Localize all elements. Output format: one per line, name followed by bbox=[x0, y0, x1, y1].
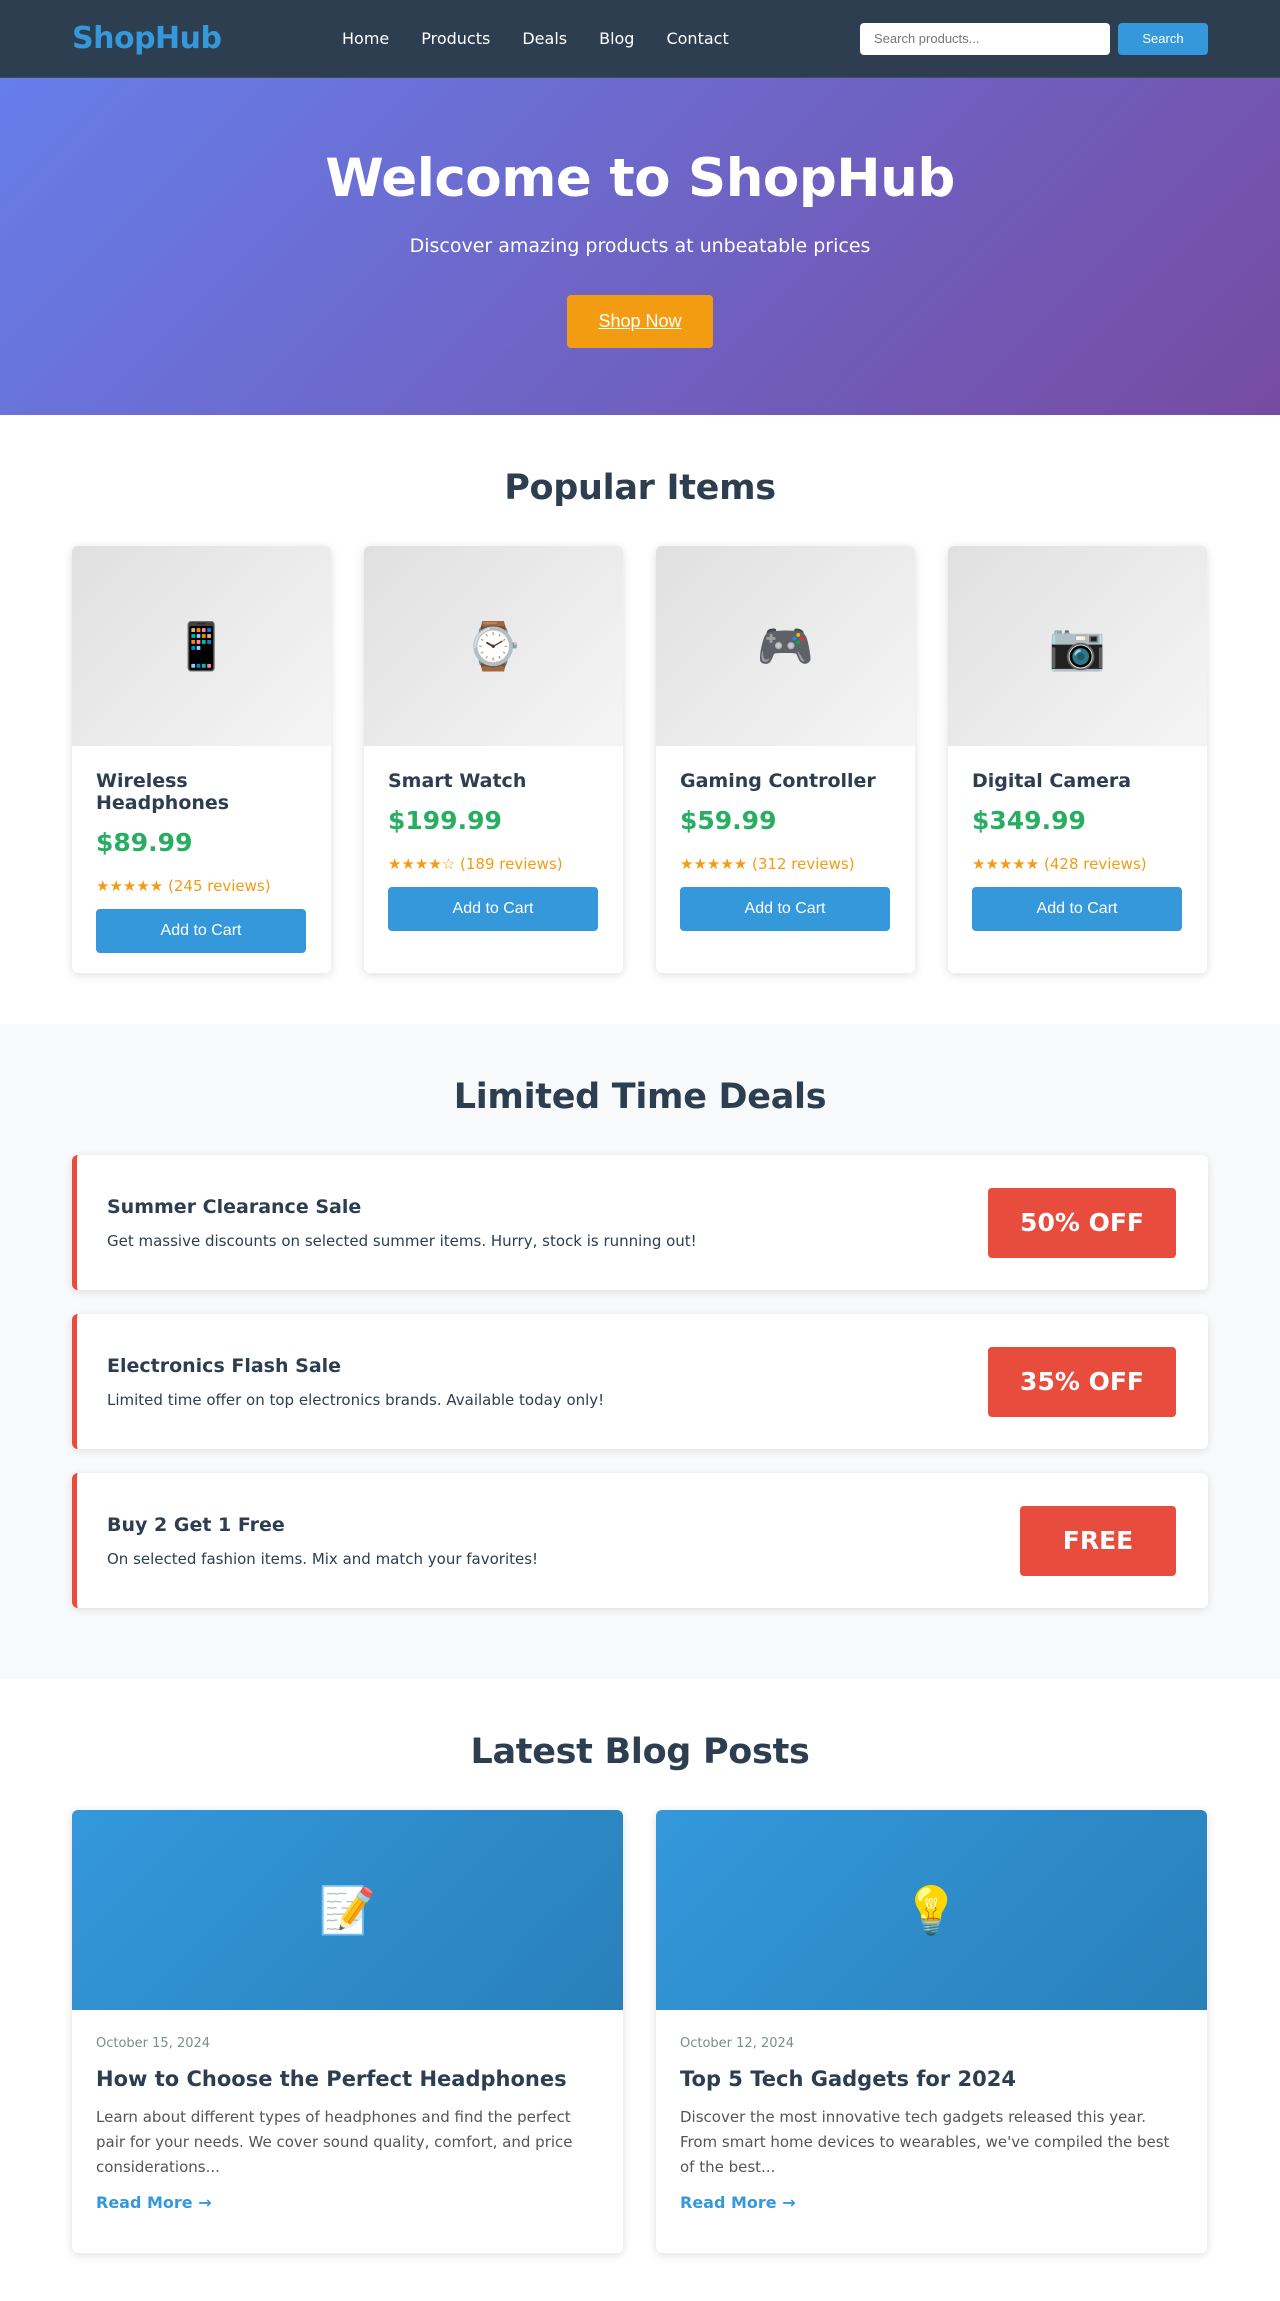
product-price: $199.99 bbox=[388, 806, 502, 835]
deal-title: Electronics Flash Sale bbox=[107, 1354, 342, 1377]
nav-links: Home Products Deals Blog Contact bbox=[342, 29, 860, 48]
search-bar: Search bbox=[860, 22, 1208, 55]
product-image: 🎮 bbox=[656, 546, 915, 746]
hero-subtitle: Discover amazing products at unbeatable … bbox=[409, 235, 871, 257]
add-to-cart-button[interactable]: Add to Cart bbox=[388, 887, 598, 931]
product-card[interactable]: 📷 Digital Camera $349.99 ★★★★★ (428 revi… bbox=[948, 546, 1207, 973]
product-rating: ★★★★★ (312 reviews) bbox=[680, 855, 891, 873]
deal-card[interactable]: Electronics Flash Sale Limited time offe… bbox=[72, 1314, 1208, 1449]
product-rating: ★★★★★ (428 reviews) bbox=[972, 855, 1183, 873]
game-controller-icon: 🎮 bbox=[756, 618, 815, 673]
blog-image: 📝 bbox=[72, 1810, 623, 2010]
deal-list: Summer Clearance Sale Get massive discou… bbox=[0, 1155, 1280, 1608]
deal-description: Limited time offer on top electronics br… bbox=[107, 1390, 605, 1409]
shop-now-button[interactable]: Shop Now bbox=[567, 295, 713, 348]
product-name: Smart Watch bbox=[388, 770, 527, 792]
deals-section: Limited Time Deals Summer Clearance Sale… bbox=[0, 1024, 1280, 1679]
add-to-cart-button[interactable]: Add to Cart bbox=[96, 909, 306, 953]
memo-icon: 📝 bbox=[318, 1882, 377, 1937]
search-button[interactable]: Search bbox=[1118, 22, 1208, 55]
hero-title: Welcome to ShopHub bbox=[325, 148, 955, 209]
discount-badge: FREE bbox=[1020, 1505, 1176, 1576]
product-price: $59.99 bbox=[680, 806, 777, 835]
deal-description: Get massive discounts on selected summer… bbox=[107, 1231, 697, 1250]
deal-info: Electronics Flash Sale Limited time offe… bbox=[107, 1355, 604, 1409]
add-to-cart-button[interactable]: Add to Cart bbox=[680, 887, 890, 931]
section-title-popular: Popular Items bbox=[504, 468, 776, 508]
discount-badge: 50% OFF bbox=[988, 1187, 1176, 1258]
product-name: Digital Camera bbox=[972, 770, 1132, 792]
deal-title: Buy 2 Get 1 Free bbox=[107, 1513, 285, 1536]
product-card[interactable]: 🎮 Gaming Controller $59.99 ★★★★★ (312 re… bbox=[656, 546, 915, 973]
nav-link-products[interactable]: Products bbox=[421, 29, 490, 48]
section-title-deals: Limited Time Deals bbox=[453, 1077, 827, 1117]
product-rating: ★★★★☆ (189 reviews) bbox=[388, 855, 599, 873]
product-price: $89.99 bbox=[96, 828, 193, 857]
section-title-blog: Latest Blog Posts bbox=[470, 1732, 810, 1772]
review-count: (428 reviews) bbox=[1044, 855, 1147, 873]
product-name: Wireless Headphones bbox=[96, 770, 230, 814]
popular-items-section: Popular Items 📱 Wireless Headphones $89.… bbox=[0, 415, 1280, 1024]
watch-icon: ⌚ bbox=[464, 618, 523, 673]
review-count: (245 reviews) bbox=[168, 877, 271, 895]
blog-section: Latest Blog Posts 📝 October 15, 2024 How… bbox=[0, 1679, 1280, 2301]
product-name: Gaming Controller bbox=[680, 770, 876, 792]
blog-title[interactable]: How to Choose the Perfect Headphones bbox=[96, 2067, 599, 2091]
star-rating-icon: ★★★★☆ bbox=[388, 855, 456, 873]
product-card[interactable]: 📱 Wireless Headphones $89.99 ★★★★★ (245 … bbox=[72, 546, 331, 973]
deal-title: Summer Clearance Sale bbox=[107, 1195, 362, 1218]
deal-card[interactable]: Buy 2 Get 1 Free On selected fashion ite… bbox=[72, 1473, 1208, 1608]
product-grid: 📱 Wireless Headphones $89.99 ★★★★★ (245 … bbox=[0, 546, 1280, 973]
product-rating: ★★★★★ (245 reviews) bbox=[96, 877, 307, 895]
blog-date: October 12, 2024 bbox=[680, 2036, 795, 2051]
product-image: 📱 bbox=[72, 546, 331, 746]
product-image: 📷 bbox=[948, 546, 1207, 746]
add-to-cart-button[interactable]: Add to Cart bbox=[972, 887, 1182, 931]
mobile-phone-icon: 📱 bbox=[172, 618, 231, 673]
deal-card[interactable]: Summer Clearance Sale Get massive discou… bbox=[72, 1155, 1208, 1290]
star-rating-icon: ★★★★★ bbox=[96, 877, 164, 895]
discount-badge: 35% OFF bbox=[988, 1346, 1176, 1417]
nav-link-deals[interactable]: Deals bbox=[522, 29, 567, 48]
deal-info: Buy 2 Get 1 Free On selected fashion ite… bbox=[107, 1514, 538, 1568]
blog-excerpt: Discover the most innovative tech gadget… bbox=[680, 2108, 1170, 2176]
search-input[interactable] bbox=[860, 22, 1110, 55]
hero-banner: Welcome to ShopHub Discover amazing prod… bbox=[0, 78, 1280, 415]
nav-link-blog[interactable]: Blog bbox=[599, 29, 634, 48]
light-bulb-icon: 💡 bbox=[902, 1882, 961, 1937]
review-count: (312 reviews) bbox=[752, 855, 855, 873]
star-rating-icon: ★★★★★ bbox=[972, 855, 1040, 873]
deal-description: On selected fashion items. Mix and match… bbox=[107, 1549, 539, 1568]
product-card[interactable]: ⌚ Smart Watch $199.99 ★★★★☆ (189 reviews… bbox=[364, 546, 623, 973]
blog-title[interactable]: Top 5 Tech Gadgets for 2024 bbox=[680, 2067, 1183, 2091]
camera-icon: 📷 bbox=[1048, 618, 1107, 673]
nav-link-home[interactable]: Home bbox=[342, 29, 389, 48]
deal-info: Summer Clearance Sale Get massive discou… bbox=[107, 1196, 697, 1250]
blog-card[interactable]: 📝 October 15, 2024 How to Choose the Per… bbox=[72, 1810, 623, 2253]
review-count: (189 reviews) bbox=[460, 855, 563, 873]
site-logo[interactable]: ShopHub bbox=[72, 21, 342, 56]
blog-card[interactable]: 💡 October 12, 2024 Top 5 Tech Gadgets fo… bbox=[656, 1810, 1207, 2253]
read-more-link[interactable]: Read More → bbox=[680, 2193, 796, 2212]
top-navbar: ShopHub Home Products Deals Blog Contact… bbox=[0, 0, 1280, 78]
nav-link-contact[interactable]: Contact bbox=[666, 29, 728, 48]
product-image: ⌚ bbox=[364, 546, 623, 746]
star-rating-icon: ★★★★★ bbox=[680, 855, 748, 873]
blog-date: October 15, 2024 bbox=[96, 2036, 211, 2051]
blog-excerpt: Learn about different types of headphone… bbox=[96, 2108, 573, 2176]
product-price: $349.99 bbox=[972, 806, 1086, 835]
blog-grid: 📝 October 15, 2024 How to Choose the Per… bbox=[0, 1810, 1280, 2253]
blog-image: 💡 bbox=[656, 1810, 1207, 2010]
read-more-link[interactable]: Read More → bbox=[96, 2193, 212, 2212]
